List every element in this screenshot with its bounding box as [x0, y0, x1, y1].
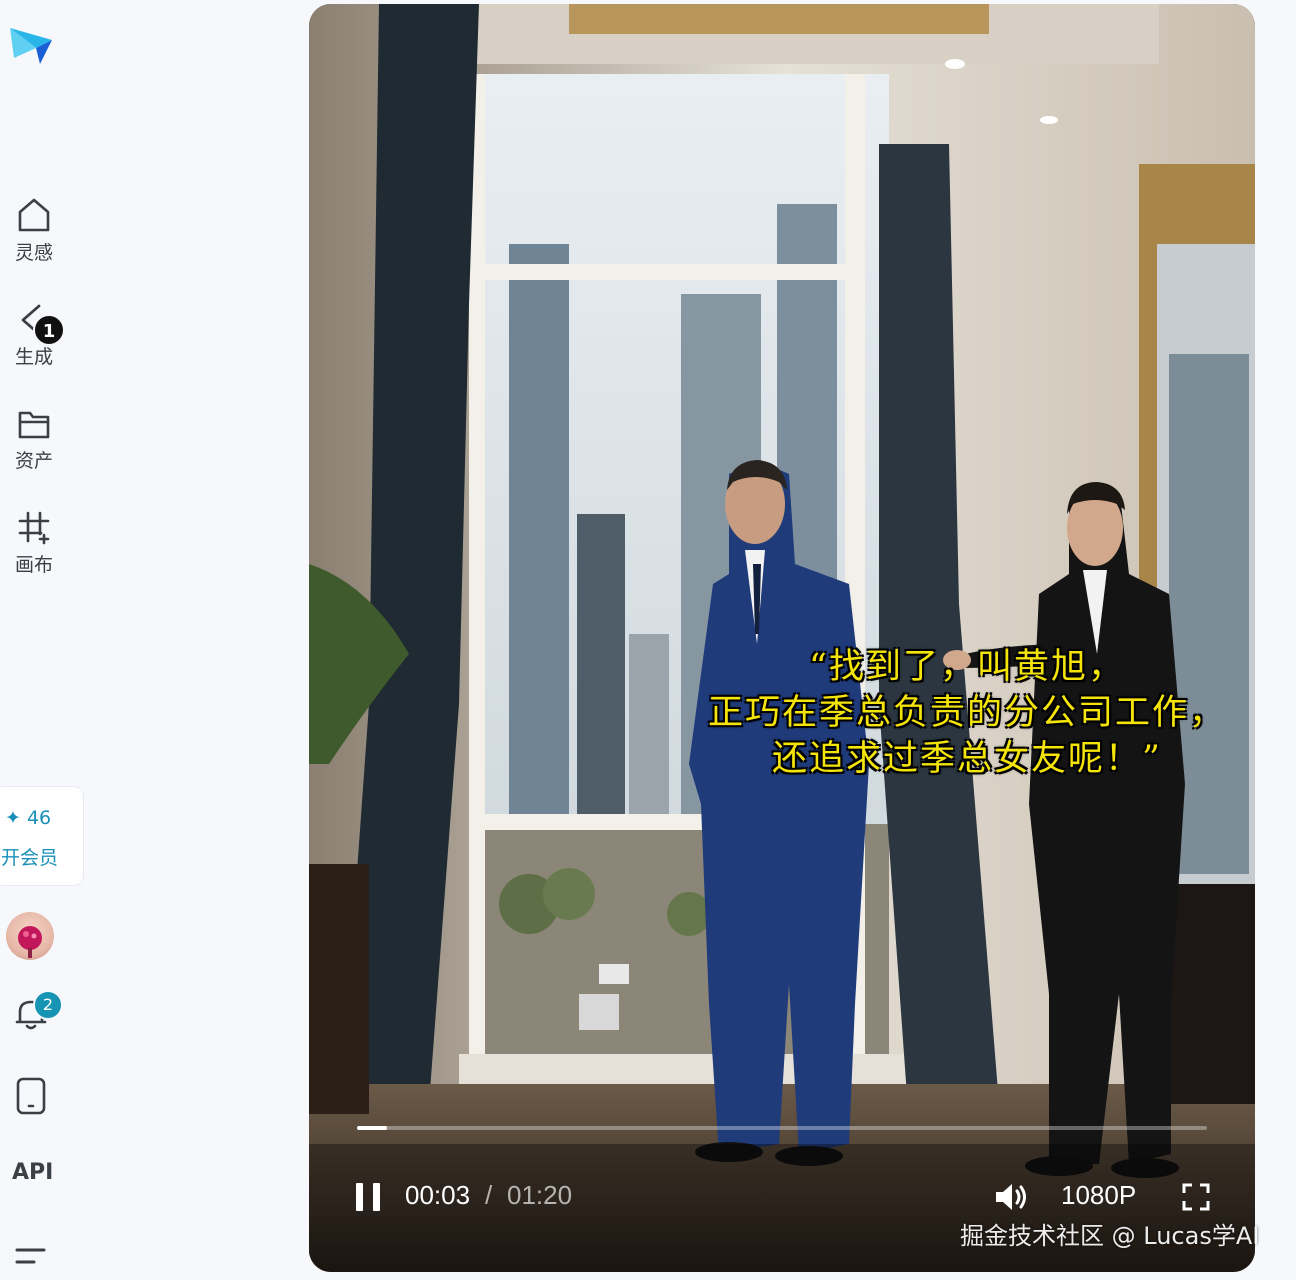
sidebar-item-label: 资产: [14, 450, 53, 472]
sidebar-item-label: 灵感: [14, 242, 53, 264]
sidebar-item-assets[interactable]: 资产: [0, 404, 68, 473]
vip-button[interactable]: 开会员: [1, 843, 58, 870]
sidebar-item-label: 画布: [14, 554, 53, 576]
mobile-app-icon[interactable]: [14, 1076, 48, 1116]
sidebar-item-inspiration[interactable]: 灵感: [0, 196, 68, 265]
canvas-icon: [18, 511, 50, 545]
fullscreen-icon[interactable]: [1181, 1182, 1211, 1212]
api-link[interactable]: API: [12, 1160, 53, 1185]
video-player[interactable]: “找到了，叫黄旭， 正巧在季总负责的分公司工作， 还追求过季总女友呢！” 00:…: [309, 4, 1255, 1272]
avatar[interactable]: [6, 912, 54, 960]
credits-count: ✦ 46: [5, 807, 52, 829]
generate-count-badge: 1: [33, 314, 65, 346]
current-time: 00:03: [405, 1180, 471, 1210]
sidebar-item-canvas[interactable]: 画布: [0, 508, 68, 577]
volume-icon[interactable]: [993, 1180, 1031, 1214]
app-logo[interactable]: [6, 18, 56, 68]
membership-card[interactable]: ✦ 46 开会员: [0, 786, 84, 886]
time-separator: /: [485, 1180, 493, 1210]
quality-selector[interactable]: 1080P: [1061, 1180, 1136, 1211]
notification-badge: 2: [33, 990, 63, 1020]
subtitle-line: 正巧在季总负责的分公司工作，: [707, 693, 1226, 733]
pause-icon[interactable]: [353, 1180, 385, 1214]
watermark: 掘金技术社区 @ Lucas学AI: [960, 1222, 1260, 1250]
menu-icon[interactable]: [14, 1244, 48, 1268]
avatar-image: [18, 926, 42, 958]
total-time: 01:20: [507, 1180, 573, 1210]
video-subtitle: “找到了，叫黄旭， 正巧在季总负责的分公司工作， 还追求过季总女友呢！”: [309, 644, 1255, 782]
sidebar-item-label: 生成: [14, 346, 53, 368]
sidebar-item-generate[interactable]: 1 生成: [0, 300, 68, 369]
video-frame: [309, 4, 1255, 1272]
subtitle-line: “找到了，叫黄旭，: [809, 647, 1125, 687]
home-icon: [18, 198, 50, 232]
sidebar: 灵感 1 生成 资产 画布 ✦ 46 开会员 2 API: [0, 0, 90, 1280]
progress-fill: [357, 1126, 387, 1130]
subtitle-line: 还追求过季总女友呢！”: [772, 739, 1162, 779]
progress-bar[interactable]: [357, 1126, 1207, 1130]
folder-icon: [18, 411, 50, 439]
